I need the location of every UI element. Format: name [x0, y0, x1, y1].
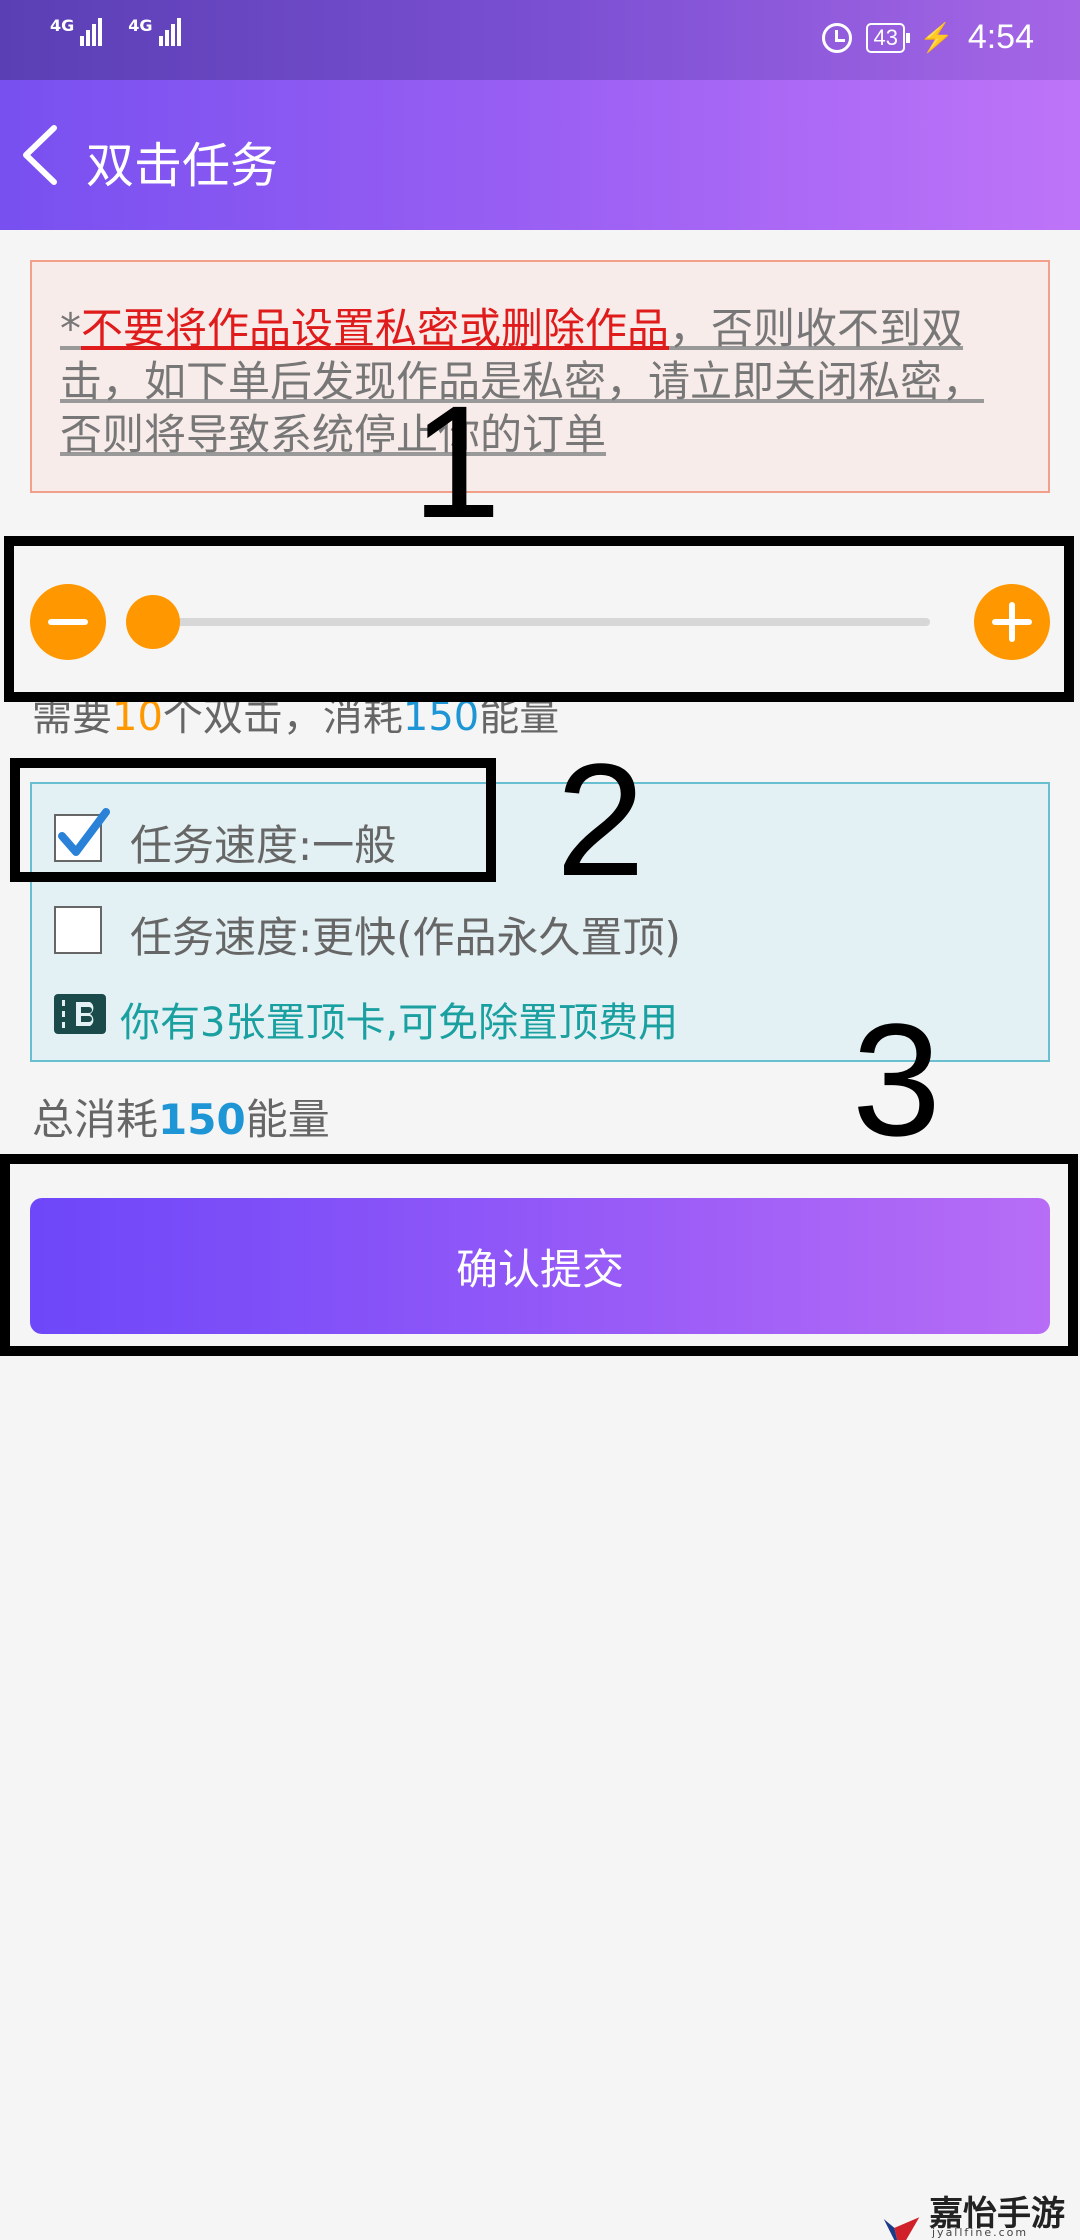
app-header: 双击任务 [0, 80, 1080, 230]
top-card-notice: 你有3张置顶卡,可免除置顶费用 [120, 1000, 679, 1046]
battery-level: 43 [873, 24, 898, 50]
network-type-label: 4G [50, 16, 75, 35]
watermark-logo-icon [883, 2217, 920, 2240]
top-card-icon [54, 994, 106, 1034]
warning-highlight: 不要将作品设置私密或删除作品 [81, 304, 670, 353]
annotation-box-2 [10, 758, 496, 882]
speed-fast-label[interactable]: 任务速度:更快(作品永久置顶) [130, 904, 681, 965]
speed-fast-checkbox[interactable] [54, 906, 102, 954]
annotation-box-3 [0, 1154, 1078, 1356]
page-title: 双击任务 [86, 138, 279, 194]
alarm-icon [822, 22, 853, 53]
status-right: 43 ⚡ 4:54 [822, 18, 1034, 57]
back-arrow-icon[interactable] [10, 120, 80, 190]
annotation-box-1 [4, 536, 1074, 702]
annotation-number-1: 1 [412, 372, 501, 551]
signal-icon: 4G [50, 16, 103, 46]
annotation-number-3: 3 [852, 990, 941, 1169]
watermark: 嘉怡手游网 jyallfine.com [882, 2186, 1080, 2240]
watermark-url: jyallfine.com [932, 2226, 1029, 2239]
signal-icon-2: 4G [128, 16, 181, 46]
annotation-number-2: 2 [556, 730, 645, 909]
total-suffix: 能量 [245, 1095, 330, 1144]
network-type-label-2: 4G [128, 16, 153, 35]
total-prefix: 总消耗 [32, 1095, 159, 1144]
charging-icon: ⚡ [918, 22, 954, 53]
signal-group: 4G 4G [50, 18, 181, 46]
warning-notice: *不要将作品设置私密或删除作品，否则收不到双击，如下单后发现作品是私密，请立即关… [30, 260, 1050, 493]
total-energy-value: 150 [158, 1095, 246, 1144]
total-energy: 总消耗150能量 [32, 1086, 330, 1147]
warning-star: * [60, 304, 81, 353]
clock-time: 4:54 [967, 18, 1034, 56]
battery-icon: 43 [866, 22, 911, 53]
status-bar: 4G 4G 43 ⚡ 4:54 [0, 0, 1080, 80]
